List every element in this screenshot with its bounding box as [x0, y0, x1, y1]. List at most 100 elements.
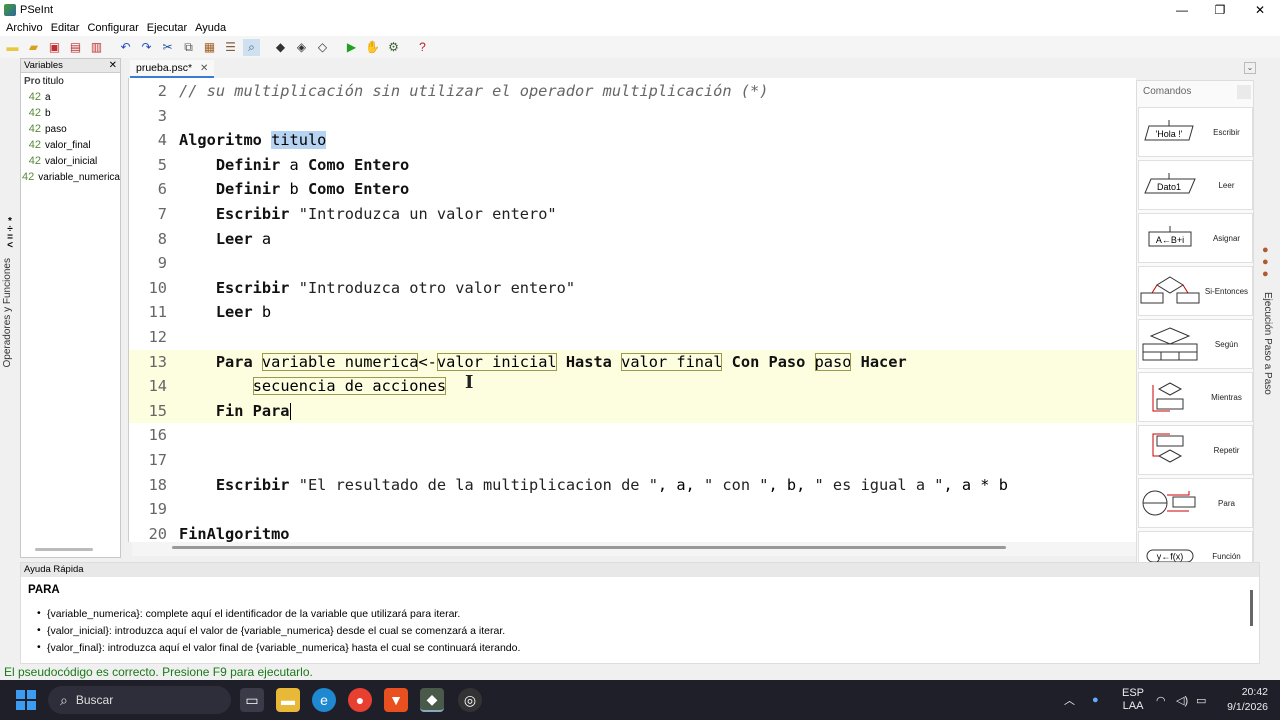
close-tab-icon[interactable]: ✕ [200, 63, 208, 74]
flowchart-icon[interactable]: ◆ [272, 39, 289, 56]
tabs-dropdown-icon[interactable]: ⌄ [1244, 62, 1256, 74]
microphone-icon[interactable]: ● [1092, 680, 1099, 720]
variables-scrollbar[interactable] [35, 548, 93, 551]
app-icon [4, 4, 16, 16]
menu-editar[interactable]: Editar [47, 22, 84, 34]
variables-header: Variables [24, 60, 63, 71]
commands-panel: Comandos 'Hola !' Escribir Dato1 Leer A←… [1136, 80, 1254, 581]
paste-icon[interactable]: ▦ [201, 39, 218, 56]
run-icon[interactable]: ▶ [343, 39, 360, 56]
close-icon[interactable]: ✕ [109, 59, 117, 73]
variable-item[interactable]: 42 paso [21, 121, 120, 137]
variable-item[interactable]: 42 variable_numerica [21, 169, 120, 185]
tab-bar: prueba.psc* ✕ [124, 58, 1136, 78]
code-line: 19 [148, 500, 167, 519]
command-label: Repetir [1213, 445, 1240, 455]
editor-horizontal-scrollbar[interactable] [132, 542, 1136, 556]
export-icon[interactable]: ◇ [314, 39, 331, 56]
menu-ejecutar[interactable]: Ejecutar [143, 22, 191, 34]
chrome-icon[interactable]: ● [348, 688, 372, 712]
variable-item[interactable]: 42 b [21, 105, 120, 121]
code-editor[interactable]: 2// su multiplicación sin utilizar el op… [128, 78, 1136, 542]
diagram-icon[interactable]: ◈ [293, 39, 310, 56]
debug-icon[interactable]: ⚙ [385, 39, 402, 56]
volume-icon[interactable]: ◁) [1176, 680, 1188, 720]
copy-icon[interactable]: ⧉ [180, 39, 197, 56]
command-mientras[interactable]: Mientras [1138, 372, 1253, 422]
windows-start-icon[interactable] [16, 690, 36, 710]
code-line: 6 Definir b Como Entero [157, 180, 410, 199]
help-item: {valor_inicial}: introduzca aquí el valo… [37, 624, 1259, 642]
file-explorer-icon[interactable]: ▬ [276, 688, 300, 712]
variable-item[interactable]: 42 a [21, 89, 120, 105]
step-execution-sidebar[interactable]: ● ● ● Ejecución Paso a Paso [1256, 244, 1280, 414]
variable-item[interactable]: 42 valor_final [21, 137, 120, 153]
open-file-icon[interactable]: ▰ [25, 39, 42, 56]
numeric-type-icon: 42 [28, 91, 41, 103]
command-si-entonces[interactable]: Si-Entonces [1138, 266, 1253, 316]
pseint-taskbar-icon[interactable]: ◆ [420, 688, 444, 712]
scrollbar-thumb[interactable] [172, 546, 1006, 549]
cut-icon[interactable]: ✂ [159, 39, 176, 56]
menu-ayuda[interactable]: Ayuda [191, 22, 230, 34]
help-icon[interactable]: ? [414, 39, 431, 56]
wifi-icon[interactable]: ◠ [1156, 680, 1166, 720]
command-repetir[interactable]: Repetir [1138, 425, 1253, 475]
command-leer[interactable]: Dato1 Leer [1138, 160, 1253, 210]
switch-icon [1139, 324, 1201, 364]
command-segun[interactable]: Según [1138, 319, 1253, 369]
tray-overflow-icon[interactable]: ︿ [1064, 680, 1075, 720]
task-view-icon[interactable]: ▭ [240, 688, 264, 712]
numeric-type-icon: 42 [28, 155, 41, 167]
variable-root[interactable]: Pro titulo [21, 73, 120, 89]
help-list: {variable_numerica}: complete aquí el id… [37, 607, 1259, 659]
close-button[interactable]: ✕ [1240, 0, 1280, 20]
save-icon[interactable]: ▣ [46, 39, 63, 56]
code-line: 12 [148, 328, 167, 346]
commands-header: Comandos [1143, 86, 1192, 97]
code-line: 3 [157, 106, 167, 125]
redo-icon[interactable]: ↷ [138, 39, 155, 56]
minimize-button[interactable]: — [1162, 0, 1202, 20]
clock[interactable]: 20:42 9/1/2026 [1227, 685, 1268, 715]
code-line: 7 Escribir "Introduzca un valor entero" [157, 205, 557, 223]
command-para[interactable]: Para [1138, 478, 1253, 528]
variables-panel: Variables ✕ Pro titulo 42 a 42 b 42 paso 42 v… [20, 58, 121, 558]
print-icon[interactable]: ▥ [88, 39, 105, 56]
title-bar: PSeInt — ❐ ✕ [0, 0, 1280, 20]
new-file-icon[interactable]: ▬ [4, 39, 21, 56]
status-bar: El pseudocódigo es correcto. Presione F9… [0, 664, 1280, 680]
code-line: 2// su multiplicación sin utilizar el op… [157, 82, 769, 100]
variable-item[interactable]: 42 valor_inicial [21, 153, 120, 169]
obs-icon[interactable]: ◎ [458, 688, 482, 712]
code-line: 18 Escribir "El resultado de la multipli… [148, 475, 1008, 494]
step-execution-label: Ejecución Paso a Paso [1262, 292, 1273, 395]
assign-icon: A←B+i [1139, 218, 1201, 258]
menu-archivo[interactable]: Archivo [2, 22, 47, 34]
language-indicator[interactable]: ESP LAA [1122, 680, 1144, 720]
brave-icon[interactable]: ▼ [384, 688, 408, 712]
command-asignar[interactable]: A←B+i Asignar [1138, 213, 1253, 263]
step-icon[interactable]: ✋ [364, 39, 381, 56]
save-as-icon[interactable]: ▤ [67, 39, 84, 56]
help-item: {valor_final}: introduzca aquí el valor … [37, 641, 1259, 659]
find-icon[interactable]: ⌕ [243, 38, 260, 56]
indent-icon[interactable]: ☰ [222, 39, 239, 56]
text-cursor [289, 402, 291, 420]
edge-icon[interactable]: e [312, 688, 336, 712]
maximize-button[interactable]: ❐ [1200, 0, 1240, 20]
tab-prueba[interactable]: prueba.psc* ✕ [130, 60, 215, 78]
close-icon[interactable] [1237, 85, 1251, 99]
taskbar-search[interactable]: ⌕ Buscar [48, 686, 231, 714]
code-line-highlighted: 13 Para variable_numerica<-valor_inicial… [129, 349, 1136, 375]
undo-icon[interactable]: ↶ [117, 39, 134, 56]
operators-sidebar[interactable]: * ÷ = < Operadores y Funciones [2, 217, 18, 378]
command-label: Si-Entonces [1204, 286, 1249, 296]
code-line: 5 Definir a Como Entero [157, 155, 410, 174]
battery-icon[interactable]: ▭ [1196, 680, 1206, 720]
help-scrollbar[interactable] [1250, 590, 1253, 626]
variable-name: b [45, 107, 51, 119]
command-escribir[interactable]: 'Hola !' Escribir [1138, 107, 1253, 157]
code-line: 9 [157, 254, 167, 273]
menu-configurar[interactable]: Configurar [83, 22, 142, 34]
